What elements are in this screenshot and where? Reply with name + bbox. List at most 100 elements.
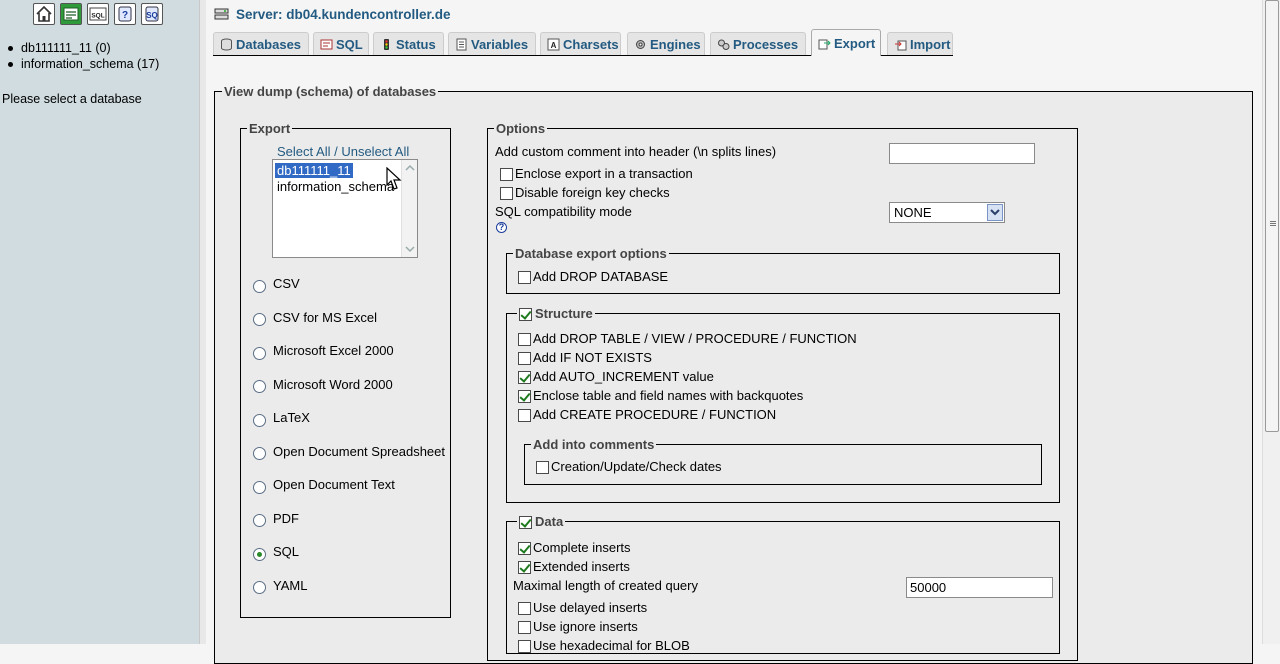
format-radio-sql[interactable] — [253, 548, 266, 561]
tab-engines[interactable]: Engines — [627, 32, 705, 55]
db-export-legend: Database export options — [515, 246, 667, 261]
help-icon[interactable]: ? — [496, 222, 507, 233]
ignore-inserts-label: Use ignore inserts — [533, 619, 638, 634]
navigation-frame: SQL ? SQ db111111_11 (0) information_sch… — [0, 0, 199, 644]
complete-inserts-checkbox[interactable] — [518, 542, 531, 555]
databases-icon — [221, 38, 232, 51]
format-radio-csv-excel[interactable] — [253, 313, 266, 326]
add-auto-increment-checkbox[interactable] — [518, 371, 531, 384]
list-item[interactable]: db111111_11 (0) — [8, 40, 159, 56]
status-icon — [384, 38, 389, 50]
extended-inserts-label: Extended inserts — [533, 559, 630, 574]
creation-dates-checkbox[interactable] — [536, 461, 549, 474]
tab-sql[interactable]: SQL — [313, 32, 369, 55]
add-comments-legend: Add into comments — [533, 437, 655, 452]
add-create-procedure-checkbox[interactable] — [518, 409, 531, 422]
add-drop-table-checkbox[interactable] — [518, 333, 531, 346]
listbox-scrollbar[interactable] — [401, 160, 417, 257]
export-icon — [818, 39, 831, 49]
add-drop-table-label: Add DROP TABLE / VIEW / PROCEDURE / FUNC… — [533, 331, 857, 346]
max-query-input[interactable] — [906, 577, 1053, 598]
format-radio-csv[interactable] — [253, 280, 266, 293]
ignore-inserts-checkbox[interactable] — [518, 621, 531, 634]
list-item[interactable]: information_schema (17) — [8, 56, 159, 72]
charsets-icon: A — [547, 38, 560, 50]
server-link[interactable]: Server: db04.kundencontroller.de — [236, 7, 451, 22]
format-label: CSV for MS Excel — [273, 310, 378, 325]
svg-text:SQ: SQ — [146, 11, 158, 20]
max-query-label: Maximal length of created query — [513, 578, 698, 593]
format-radio-latex[interactable] — [253, 414, 266, 427]
enclose-transaction-checkbox[interactable] — [500, 168, 513, 181]
list-option[interactable]: db111111_11 — [275, 163, 353, 178]
add-drop-database-label: Add DROP DATABASE — [533, 269, 669, 284]
format-label: SQL — [273, 544, 300, 559]
format-label: Open Document Spreadsheet — [273, 444, 445, 459]
frame-splitter[interactable] — [199, 0, 206, 644]
tab-status[interactable]: Status — [373, 32, 444, 55]
format-radio-word-2000[interactable] — [253, 380, 266, 393]
select-links: Select All / Unselect All — [277, 144, 409, 159]
backquotes-label: Enclose table and field names with backq… — [533, 388, 804, 403]
disable-fk-checkbox[interactable] — [500, 187, 513, 200]
format-radio-odt[interactable] — [253, 481, 266, 494]
docs-icon[interactable]: ? — [114, 3, 136, 25]
svg-text:SQL: SQL — [91, 13, 104, 20]
query-window-icon[interactable] — [60, 3, 82, 25]
select-all-link[interactable]: Select All — [277, 144, 330, 159]
extended-inserts-checkbox[interactable] — [518, 561, 531, 574]
dump-legend: View dump (schema) of databases — [224, 84, 437, 99]
backquotes-checkbox[interactable] — [518, 390, 531, 403]
delayed-inserts-checkbox[interactable] — [518, 602, 531, 615]
format-label: LaTeX — [273, 410, 310, 425]
format-radio-yaml[interactable] — [253, 581, 266, 594]
data-checkbox[interactable] — [519, 516, 532, 529]
format-label: PDF — [273, 511, 299, 526]
add-auto-increment-label: Add AUTO_INCREMENT value — [533, 369, 714, 384]
format-radio-excel-2000[interactable] — [253, 347, 266, 360]
format-radio-ods[interactable] — [253, 447, 266, 460]
list-option[interactable]: information_schema — [275, 179, 399, 194]
processes-icon — [718, 39, 730, 50]
svg-text:?: ? — [122, 10, 128, 21]
format-label: Microsoft Word 2000 — [273, 377, 393, 392]
format-label: Open Document Text — [273, 477, 395, 492]
tab-databases[interactable]: Databases — [213, 32, 309, 55]
tab-variables[interactable]: Variables — [448, 32, 536, 55]
help-icon[interactable]: SQ — [141, 3, 163, 25]
custom-comment-input[interactable] — [889, 143, 1035, 164]
compat-mode-select[interactable]: NONE — [889, 202, 1005, 223]
select-separator: / — [330, 144, 342, 159]
sql-icon[interactable]: SQL — [87, 3, 109, 25]
engines-icon — [636, 39, 645, 49]
tab-processes[interactable]: Processes — [710, 32, 806, 55]
hex-blob-checkbox[interactable] — [518, 640, 531, 653]
tab-charsets[interactable]: A Charsets — [540, 32, 621, 55]
structure-checkbox[interactable] — [519, 308, 532, 321]
mouse-cursor-icon — [386, 167, 402, 190]
variables-icon — [456, 38, 467, 50]
format-label: Microsoft Excel 2000 — [273, 343, 394, 358]
home-icon[interactable] — [33, 3, 55, 25]
compat-mode-value: NONE — [894, 205, 932, 220]
format-radio-pdf[interactable] — [253, 514, 266, 527]
custom-comment-label: Add custom comment into header (\n split… — [495, 144, 777, 159]
add-if-not-exists-label: Add IF NOT EXISTS — [533, 350, 652, 365]
add-if-not-exists-checkbox[interactable] — [518, 352, 531, 365]
export-legend: Export — [249, 121, 291, 136]
add-drop-database-checkbox[interactable] — [518, 271, 531, 284]
tab-export[interactable]: Export — [811, 29, 881, 56]
disable-fk-label: Disable foreign key checks — [515, 185, 670, 200]
page-scrollbar[interactable] — [1262, 0, 1280, 644]
unselect-all-link[interactable]: Unselect All — [341, 144, 409, 159]
hex-blob-label: Use hexadecimal for BLOB — [533, 638, 690, 653]
enclose-transaction-label: Enclose export in a transaction — [515, 166, 693, 181]
chevron-down-icon[interactable] — [987, 204, 1003, 221]
main-frame: Server: db04.kundencontroller.de Databas… — [206, 0, 1262, 664]
svg-text:A: A — [551, 41, 557, 50]
scrollbar-thumb[interactable] — [1265, 0, 1279, 432]
server-icon — [214, 8, 229, 20]
creation-dates-label: Creation/Update/Check dates — [551, 459, 722, 474]
format-label: YAML — [273, 578, 308, 593]
tab-import[interactable]: Import — [887, 32, 953, 55]
